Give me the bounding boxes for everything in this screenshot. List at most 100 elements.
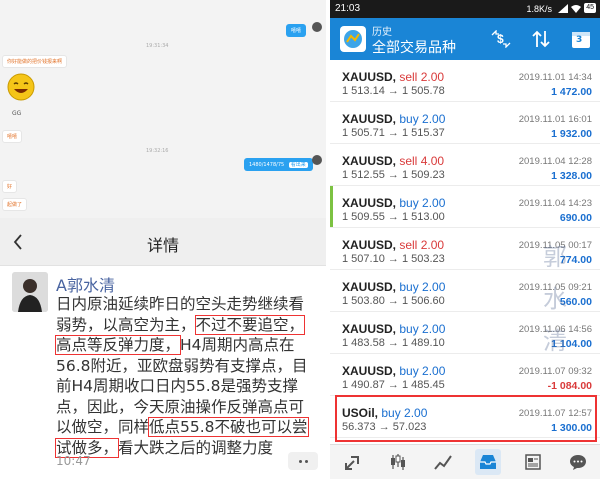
- trade-side: buy: [399, 196, 419, 210]
- trade-date: 2019.11.04 14:23: [518, 198, 592, 209]
- chat-bubble-incoming[interactable]: 好: [2, 180, 18, 193]
- nav-quotes[interactable]: [385, 449, 411, 475]
- status-bar: 21:03 1.8K/s 45: [330, 0, 600, 18]
- trade-symbol: XAUUSD: [342, 364, 393, 378]
- nav-history[interactable]: [474, 449, 501, 475]
- trade-profit: 1 328.00: [551, 170, 592, 182]
- trade-accent-bar: [330, 270, 333, 311]
- trade-open-price: 1 490.87: [342, 379, 385, 391]
- laughing-emoji-icon[interactable]: [6, 72, 36, 102]
- candles-icon: [390, 454, 405, 470]
- chat-bubble-outgoing[interactable]: 嘻嘻: [286, 24, 307, 37]
- trade-close-price: 1 515.37: [401, 127, 445, 139]
- trade-symbol: XAUUSD: [342, 112, 393, 126]
- chat-timestamp: 19:32:16: [146, 148, 169, 154]
- news-icon: [524, 454, 541, 470]
- more-button[interactable]: [288, 452, 318, 470]
- nav-news[interactable]: [520, 449, 546, 475]
- trade-symbol: XAUUSD: [342, 280, 393, 294]
- currency-filter-button[interactable]: $: [490, 28, 512, 50]
- metatrader-logo-icon: [344, 30, 362, 48]
- trade-open-price: 1 512.55: [342, 169, 385, 181]
- trade-side: buy: [399, 112, 419, 126]
- trade-volume: 2.00: [422, 112, 446, 126]
- trade-title: XAUUSD, sell 4.00: [342, 154, 445, 168]
- app-title[interactable]: 全部交易品种: [372, 37, 456, 57]
- trade-row[interactable]: XAUUSD, buy 2.00 1 505.71 → 1 515.37 2019.…: [330, 102, 600, 144]
- trade-row[interactable]: XAUUSD, buy 2.00 1 509.55 → 1 513.00 2019.…: [330, 186, 600, 228]
- trade-title: XAUUSD, sell 2.00: [342, 70, 445, 84]
- trade-open-price: 1 509.55: [342, 211, 385, 223]
- trade-close-price: 1 505.78: [401, 85, 445, 97]
- trade-volume: 4.00: [420, 154, 445, 168]
- app-subtitle: 历史: [372, 27, 392, 38]
- trade-volume: 2.00: [422, 322, 446, 336]
- trade-prices: 1 512.55 → 1 509.23: [342, 169, 445, 181]
- nav-chat[interactable]: [565, 449, 591, 475]
- chat-bubble-incoming[interactable]: 嘻嘻: [2, 130, 23, 143]
- nav-trade[interactable]: [340, 449, 366, 475]
- post-time: 10:47: [56, 454, 91, 468]
- bottom-nav: [330, 444, 600, 479]
- chat-bubble-value: 1480/1478/75: [249, 162, 285, 168]
- app-bar: 历史 全部交易品种 $ 3: [330, 18, 600, 60]
- trade-accent-bar: [330, 102, 333, 143]
- trade-row[interactable]: XAUUSD, sell 2.00 1 513.14 → 1 505.78 2019…: [330, 60, 600, 102]
- sort-arrows-icon: [532, 30, 550, 48]
- avatar[interactable]: [312, 22, 322, 32]
- nav-chart[interactable]: [430, 449, 456, 475]
- trade-volume: 2.00: [420, 70, 445, 84]
- trade-close-price: 1 509.23: [401, 169, 445, 181]
- trade-accent-bar: [330, 396, 333, 437]
- trade-prices: 1 513.14 → 1 505.78: [342, 85, 445, 97]
- trade-date: 2019.11.01 14:34: [518, 72, 592, 83]
- trade-open-price: 56.373: [342, 421, 376, 433]
- calendar-button[interactable]: 3: [570, 28, 592, 50]
- watermark-char: 清: [543, 327, 567, 355]
- trade-row[interactable]: USOil, buy 2.00 56.373 → 57.023 2019.11.07…: [330, 396, 600, 438]
- signal-icon: [558, 3, 569, 13]
- sort-button[interactable]: [530, 28, 552, 50]
- app-logo-icon[interactable]: [340, 26, 366, 52]
- trade-row[interactable]: XAUUSD, sell 4.00 1 512.55 → 1 509.23 2019…: [330, 144, 600, 186]
- trade-side: buy: [381, 406, 401, 420]
- watermark-char: 水: [543, 285, 567, 313]
- trade-side: sell: [399, 154, 418, 168]
- status-time: 21:03: [335, 3, 361, 14]
- trade-title: USOil, buy 2.00: [342, 406, 428, 420]
- trade-date: 2019.11.01 16:01: [518, 114, 592, 125]
- chat-bubble-incoming[interactable]: 你好能做的把价钱报来啊: [2, 55, 68, 68]
- trade-date: 2019.11.07 09:32: [518, 366, 592, 377]
- trade-prices: 1 483.58 → 1 489.10: [342, 337, 445, 349]
- trade-volume: 2.00: [422, 280, 446, 294]
- trade-title: XAUUSD, buy 2.00: [342, 280, 446, 294]
- trade-icon: [344, 456, 359, 470]
- chat-icon: [569, 455, 586, 470]
- chat-bubble-outgoing[interactable]: 1480/1478/75 看出来: [244, 158, 313, 171]
- chat-text-gg: GG: [12, 110, 22, 117]
- avatar[interactable]: [12, 272, 48, 312]
- trade-accent-bar: [330, 186, 333, 227]
- post-text-segment: 看大跌之后的调整力度: [118, 438, 274, 457]
- dot-icon: [298, 459, 302, 463]
- trade-prices: 1 507.10 → 1 503.23: [342, 253, 445, 265]
- chat-bubble-incoming[interactable]: 起做了: [2, 198, 28, 211]
- trade-prices: 1 503.80 → 1 506.60: [342, 295, 445, 307]
- trade-close-price: 1 489.10: [401, 337, 445, 349]
- trade-open-price: 1 505.71: [342, 127, 385, 139]
- dollar-swap-icon: $: [491, 30, 511, 48]
- avatar[interactable]: [312, 155, 322, 165]
- post: A郭水清 日内原油延续昨日的空头走势继续看弱势，以高空为主，不过不要追空，高点等…: [0, 266, 326, 479]
- trade-volume: 2.00: [422, 196, 446, 210]
- trade-accent-bar: [330, 144, 333, 185]
- page-title: 详情: [146, 236, 179, 255]
- trade-title: XAUUSD, buy 2.00: [342, 196, 446, 210]
- trade-side: buy: [399, 280, 419, 294]
- trade-volume: 2.00: [420, 238, 445, 252]
- trade-prices: 1 505.71 → 1 515.37: [342, 127, 445, 139]
- trade-title: XAUUSD, buy 2.00: [342, 112, 446, 126]
- trade-accent-bar: [330, 312, 333, 353]
- post-author[interactable]: A郭水清: [56, 272, 115, 296]
- trade-volume: 2.00: [422, 364, 446, 378]
- chat-panel: 嘻嘻 19:31:34 你好能做的把价钱报来啊 GG 嘻嘻 19:32:16 1…: [0, 0, 326, 479]
